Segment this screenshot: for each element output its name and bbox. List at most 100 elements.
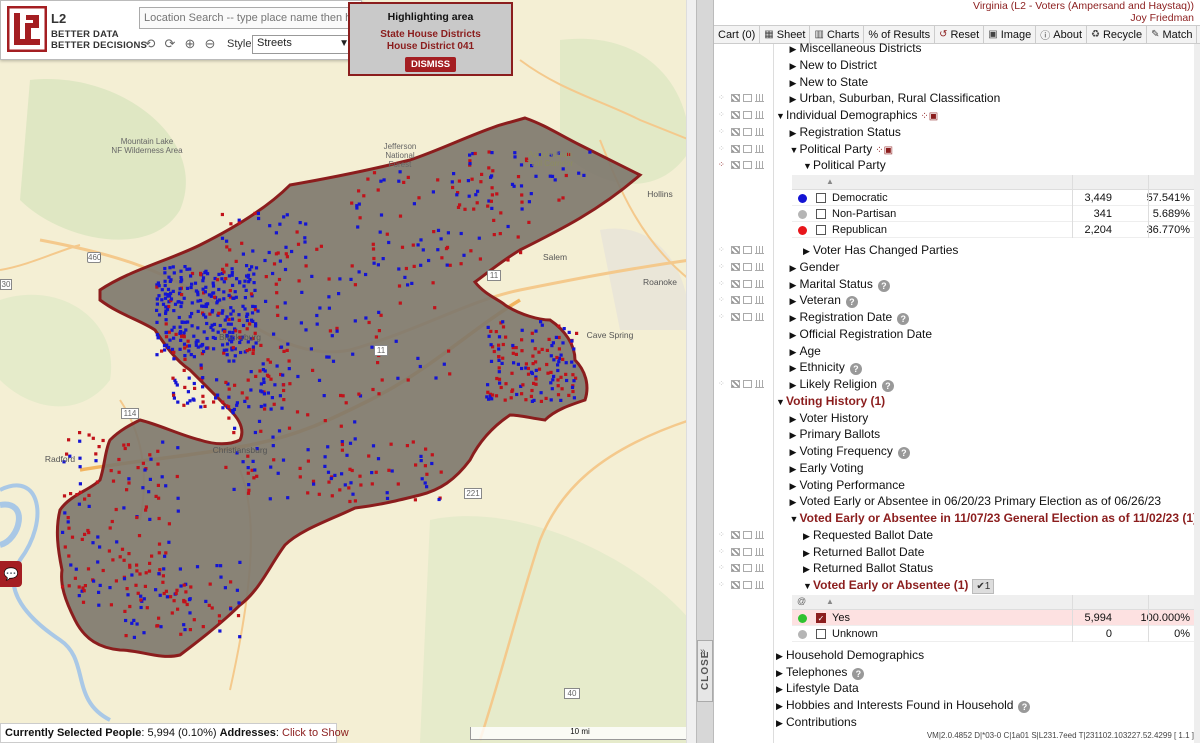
tree-item[interactable]: ▶ Hobbies and Interests Found in Househol… bbox=[714, 697, 1194, 714]
triangle-right-icon[interactable]: ▶ bbox=[776, 665, 786, 681]
row-checkbox[interactable] bbox=[816, 628, 826, 639]
tree-item[interactable]: ▶ Voting Performance bbox=[714, 477, 1194, 494]
map-canvas[interactable]: Mountain Lake NF Wilderness Area Jeffers… bbox=[0, 0, 696, 743]
tree-item[interactable]: ▶ Household Demographics bbox=[714, 647, 1194, 664]
tree-item[interactable]: ▶ Voter History bbox=[714, 410, 1194, 427]
triangle-right-icon[interactable]: ▶ bbox=[790, 293, 800, 309]
triangle-right-icon[interactable]: ▶ bbox=[790, 377, 800, 393]
triangle-right-icon[interactable]: ▶ bbox=[776, 648, 786, 664]
tree-item[interactable]: ▶ Urban, Suburban, Rural Classification bbox=[714, 90, 1194, 107]
triangle-down-icon[interactable]: ▼ bbox=[803, 158, 813, 174]
triangle-right-icon[interactable]: ▶ bbox=[790, 478, 800, 494]
row-checkbox[interactable]: ✓ bbox=[816, 612, 826, 623]
triangle-right-icon[interactable]: ▶ bbox=[803, 243, 813, 259]
triangle-right-icon[interactable]: ▶ bbox=[790, 91, 800, 107]
table-row[interactable]: Non-Partisan 341 5.689% bbox=[792, 206, 1194, 222]
triangle-right-icon[interactable]: ▶ bbox=[803, 528, 813, 544]
triangle-right-icon[interactable]: ▶ bbox=[790, 310, 800, 326]
map-scrollbar[interactable] bbox=[686, 0, 696, 743]
table-row[interactable]: Republican 2,204 36.770% bbox=[792, 222, 1194, 238]
triangle-right-icon[interactable]: ▶ bbox=[790, 461, 800, 477]
triangle-right-icon[interactable]: ▶ bbox=[803, 561, 813, 577]
triangle-down-icon[interactable]: ▼ bbox=[790, 142, 800, 158]
table-row[interactable]: ✓ Yes 5,994 100.000% bbox=[792, 609, 1194, 626]
help-icon[interactable]: ? bbox=[849, 363, 862, 376]
help-icon[interactable]: ? bbox=[897, 313, 910, 325]
triangle-right-icon[interactable]: ▶ bbox=[790, 277, 800, 293]
table-row[interactable]: Democratic 3,449 57.541% bbox=[792, 190, 1194, 206]
tree-item[interactable]: ▶ Voting Frequency? bbox=[714, 443, 1194, 460]
help-icon[interactable]: ? bbox=[845, 296, 858, 309]
triangle-right-icon[interactable]: ▶ bbox=[790, 260, 800, 276]
tree-item[interactable]: ▶ Primary Ballots bbox=[714, 426, 1194, 443]
tree-item[interactable]: ▶ Gender bbox=[714, 259, 1194, 276]
tree-item[interactable]: ▶ Telephones? bbox=[714, 664, 1194, 681]
tree-item[interactable]: ▶ Official Registration Date bbox=[714, 326, 1194, 343]
triangle-right-icon[interactable]: ▶ bbox=[790, 411, 800, 427]
triangle-right-icon[interactable]: ▶ bbox=[776, 698, 786, 714]
tree-item[interactable]: ▶ Voted Early or Absentee in 06/20/23 Pri… bbox=[714, 493, 1194, 510]
help-icon[interactable]: ? bbox=[877, 279, 890, 292]
rotate-left-icon[interactable]: ⟲ bbox=[143, 37, 157, 51]
tree-item[interactable]: ▼Political Party ⁘▣ bbox=[714, 141, 1194, 158]
triangle-right-icon[interactable]: ▶ bbox=[790, 444, 800, 460]
help-icon[interactable]: ? bbox=[881, 380, 894, 392]
chat-icon[interactable]: 💬 bbox=[0, 561, 22, 587]
triangle-right-icon[interactable]: ▶ bbox=[776, 715, 786, 731]
triangle-down-icon[interactable]: ▼ bbox=[776, 394, 786, 410]
tree-item[interactable]: ▶ Registration Date? bbox=[714, 309, 1194, 326]
panel-scrollbar[interactable] bbox=[1194, 44, 1200, 743]
tree-item[interactable]: ▼Voted Early or Absentee (1) ✔1 bbox=[714, 577, 1194, 594]
tree-item[interactable]: ▶ Marital Status? bbox=[714, 276, 1194, 293]
table-row[interactable]: Unknown 0 0% bbox=[792, 626, 1194, 642]
triangle-down-icon[interactable]: ▼ bbox=[790, 511, 800, 527]
tree-item[interactable]: ▶ Ethnicity? bbox=[714, 359, 1194, 376]
at-icon[interactable]: @ bbox=[797, 596, 806, 606]
row-checkbox[interactable] bbox=[816, 193, 826, 203]
triangle-down-icon[interactable]: ▼ bbox=[803, 578, 813, 594]
tree-item[interactable]: ▶ Lifestyle Data bbox=[714, 680, 1194, 697]
triangle-right-icon[interactable]: ▶ bbox=[803, 545, 813, 561]
triangle-right-icon[interactable]: ▶ bbox=[790, 344, 800, 360]
triangle-right-icon[interactable]: ▶ bbox=[790, 360, 800, 376]
help-icon[interactable]: ? bbox=[1018, 701, 1031, 713]
row-checkbox[interactable] bbox=[816, 225, 826, 235]
tree-item[interactable]: ▶ Contributions bbox=[714, 714, 1194, 731]
triangle-down-icon[interactable]: ▼ bbox=[776, 108, 786, 124]
tree-item[interactable]: ▶ Veteran? bbox=[714, 292, 1194, 309]
triangle-right-icon[interactable]: ▶ bbox=[790, 41, 800, 57]
show-addresses-link[interactable]: Click to Show bbox=[282, 727, 349, 739]
help-icon[interactable]: ? bbox=[897, 447, 910, 459]
triangle-right-icon[interactable]: ▶ bbox=[790, 58, 800, 74]
tree-item[interactable]: ▶ New to District bbox=[714, 57, 1194, 74]
dismiss-button[interactable]: DISMISS bbox=[404, 57, 457, 72]
triangle-right-icon[interactable]: ▶ bbox=[790, 327, 800, 343]
location-search-input[interactable] bbox=[139, 7, 355, 29]
user-name[interactable]: Joy Friedman bbox=[714, 12, 1194, 24]
style-select[interactable]: Streets ▼ bbox=[252, 35, 354, 54]
triangle-right-icon[interactable]: ▶ bbox=[790, 125, 800, 141]
zoom-in-icon[interactable]: ⊕ bbox=[183, 37, 197, 51]
tree-item[interactable]: ▼Political Party bbox=[714, 157, 1194, 174]
tree-item[interactable]: ▶ Miscellaneous Districts bbox=[714, 40, 1194, 57]
triangle-right-icon[interactable]: ▶ bbox=[790, 494, 800, 510]
zoom-out-icon[interactable]: ⊖ bbox=[203, 37, 217, 51]
dataset-title[interactable]: Virginia (L2 - Voters (Ampersand and Hay… bbox=[714, 0, 1194, 12]
tree-item[interactable]: ▶ Age bbox=[714, 343, 1194, 360]
tree-item[interactable]: ▶ Requested Ballot Date bbox=[714, 527, 1194, 544]
tree-item[interactable]: ▶ New to State bbox=[714, 74, 1194, 91]
tree-item[interactable]: ▼Voting History (1) bbox=[714, 393, 1194, 410]
panel-divider[interactable] bbox=[696, 0, 714, 743]
triangle-right-icon[interactable]: ▶ bbox=[776, 681, 786, 697]
tree-item[interactable]: ▼Individual Demographics ⁘▣ bbox=[714, 107, 1194, 124]
sort-up-icon[interactable]: ▲ bbox=[826, 597, 834, 606]
tree-item[interactable]: ▶ Registration Status bbox=[714, 124, 1194, 141]
tree-item[interactable]: ▶ Early Voting bbox=[714, 460, 1194, 477]
help-icon[interactable]: ? bbox=[852, 667, 865, 680]
rotate-right-icon[interactable]: ⟳ bbox=[163, 37, 177, 51]
tree-item[interactable]: ▶ Voter Has Changed Parties bbox=[714, 242, 1194, 259]
sort-up-icon[interactable]: ▲ bbox=[826, 177, 834, 186]
tree-item[interactable]: ▶ Returned Ballot Status bbox=[714, 560, 1194, 577]
triangle-right-icon[interactable]: ▶ bbox=[790, 427, 800, 443]
tree-item[interactable]: ▶ Likely Religion? bbox=[714, 376, 1194, 393]
